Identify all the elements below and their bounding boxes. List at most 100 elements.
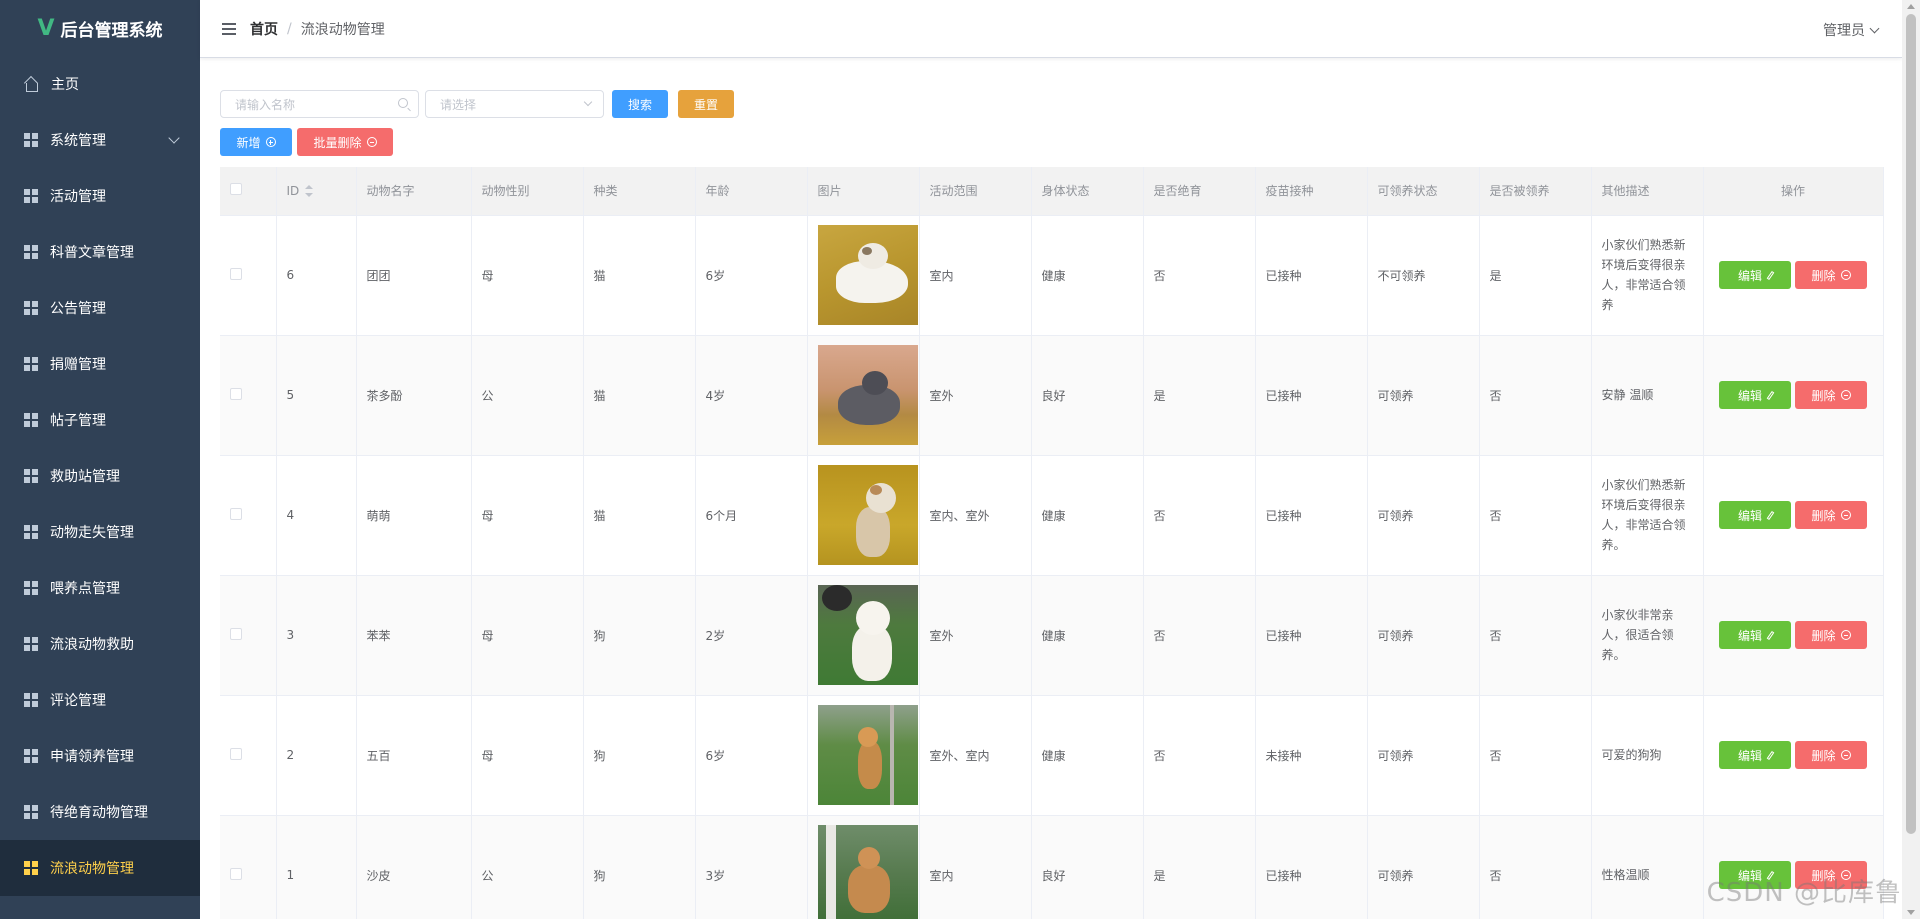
edit-button[interactable]: 编辑 [1719,381,1791,409]
search-toolbar: 请输入名称 请选择 搜索 重置 [220,90,734,118]
edit-button[interactable]: 编辑 [1719,261,1791,289]
cell-name: 茶多酚 [356,335,472,456]
cell-photo [807,575,920,696]
app-logo[interactable]: V 后台管理系统 [0,0,200,56]
circle-minus-icon [1840,510,1851,520]
row-checkbox[interactable] [230,507,242,520]
top-navbar: 首页 / 流浪动物管理 管理员 [200,0,1902,58]
sidebar-item-feeding-points[interactable]: 喂养点管理 [0,560,200,616]
row-checkbox[interactable] [230,747,242,760]
reset-button[interactable]: 重置 [678,90,734,118]
animal-photo[interactable] [817,825,918,919]
sidebar-item-comments[interactable]: 评论管理 [0,672,200,728]
select-all-checkbox[interactable] [230,183,242,196]
animal-photo[interactable] [817,585,918,685]
header-adopted: 是否被领养 [1479,167,1592,216]
circle-minus-icon [1840,390,1851,400]
page-scrollbar[interactable] [1902,0,1920,919]
sidebar-item-posts[interactable]: 帖子管理 [0,392,200,448]
row-checkbox[interactable] [230,267,242,280]
scroll-up-icon[interactable] [1907,4,1915,9]
sort-icon[interactable] [305,185,314,198]
user-dropdown[interactable]: 管理员 [1823,20,1880,40]
breadcrumb-current: 流浪动物管理 [300,21,385,38]
sidebar-item-articles[interactable]: 科普文章管理 [0,224,200,280]
sidebar-item-donations[interactable]: 捐赠管理 [0,336,200,392]
delete-button[interactable]: 删除 [1795,381,1867,409]
table-row: 5 茶多酚 公 猫 4岁 室外 良好 是 已接种 可领养 否 安静 温顺 编辑 删… [220,335,1884,456]
animal-photo[interactable] [817,705,918,805]
cell-desc: 小家伙非常亲人，很适合领养。 [1591,575,1704,696]
sidebar-item-rescue-stations[interactable]: 救助站管理 [0,448,200,504]
cell-health: 健康 [1031,455,1144,576]
cell-desc: 小家伙们熟悉新环境后变得很亲人，非常适合领养 [1591,215,1704,336]
sidebar-item-notices[interactable]: 公告管理 [0,280,200,336]
cell-id: 4 [276,455,357,576]
cell-range: 室内 [919,215,1032,336]
breadcrumb-home[interactable]: 首页 [250,19,278,39]
breadcrumb-separator: / [287,20,292,37]
edit-button[interactable]: 编辑 [1719,501,1791,529]
sidebar: V 后台管理系统 主页 系统管理 活动管理 科普文章管理 公告管理 捐赠管理 帖… [0,0,200,919]
sidebar-item-home[interactable]: 主页 [0,56,200,112]
animal-photo[interactable] [817,225,918,325]
animals-table: ID 动物名字 动物性别 种类 年龄 图片 活动范围 身体状态 是否绝育 疫苗接… [220,167,1884,919]
row-checkbox[interactable] [230,387,242,400]
row-select-cell [220,215,277,336]
sidebar-item-label: 评论管理 [50,693,106,709]
cell-sterilized: 否 [1143,695,1256,816]
cell-gender: 母 [471,215,584,336]
cell-health: 健康 [1031,575,1144,696]
cell-sterilized: 是 [1143,335,1256,456]
grid-icon [24,693,38,707]
user-name: 管理员 [1823,23,1865,39]
sidebar-item-lost-animals[interactable]: 动物走失管理 [0,504,200,560]
sidebar-item-sterilization[interactable]: 待绝育动物管理 [0,784,200,840]
delete-button[interactable]: 删除 [1795,261,1867,289]
grid-icon [24,805,38,819]
delete-button[interactable]: 删除 [1795,741,1867,769]
table-header-row: ID 动物名字 动物性别 种类 年龄 图片 活动范围 身体状态 是否绝育 疫苗接… [220,167,1884,216]
hamburger-icon[interactable] [222,22,236,35]
edit-icon [1766,270,1775,280]
batch-delete-button[interactable]: 批量删除 [297,128,393,156]
cell-adopted: 是 [1479,215,1592,336]
sidebar-item-stray-rescue[interactable]: 流浪动物救助 [0,616,200,672]
search-button[interactable]: 搜索 [612,90,668,118]
cell-age: 4岁 [695,335,808,456]
cell-health: 健康 [1031,695,1144,816]
sidebar-item-activity[interactable]: 活动管理 [0,168,200,224]
animal-photo[interactable] [817,465,918,565]
cell-id: 2 [276,695,357,816]
search-icon [398,98,408,108]
cell-adopted: 否 [1479,335,1592,456]
cell-desc: 小家伙们熟悉新环境后变得很亲人，非常适合领养。 [1591,455,1704,576]
row-checkbox[interactable] [230,627,242,640]
scroll-down-icon[interactable] [1907,910,1915,915]
animal-photo[interactable] [817,345,918,445]
cell-adopted: 否 [1479,575,1592,696]
cell-age: 6个月 [695,455,808,576]
edit-button[interactable]: 编辑 [1719,621,1791,649]
edit-label: 编辑 [1737,388,1762,403]
cell-ops: 编辑 删除 [1703,335,1884,456]
type-select[interactable]: 请选择 [425,90,604,118]
delete-button[interactable]: 删除 [1795,621,1867,649]
sidebar-item-adoption-requests[interactable]: 申请领养管理 [0,728,200,784]
scroll-thumb[interactable] [1906,14,1916,834]
chevron-down-icon [1869,23,1880,33]
sidebar-item-stray-animals[interactable]: 流浪动物管理 [0,840,200,896]
edit-button[interactable]: 编辑 [1719,741,1791,769]
row-checkbox[interactable] [230,867,242,880]
delete-button[interactable]: 删除 [1795,501,1867,529]
sidebar-item-system[interactable]: 系统管理 [0,112,200,168]
header-id[interactable]: ID [276,167,357,216]
table-row: 6 团团 母 猫 6岁 室内 健康 否 已接种 不可领养 是 小家伙们熟悉新环境… [220,215,1884,336]
app-title: 后台管理系统 [60,20,163,41]
circle-minus-icon [1840,270,1851,280]
delete-label: 删除 [1811,388,1836,403]
name-search-input[interactable]: 请输入名称 [220,90,419,118]
cell-name: 团团 [356,215,472,336]
add-button[interactable]: 新增 [220,128,292,156]
sidebar-item-label: 待绝育动物管理 [50,805,148,821]
